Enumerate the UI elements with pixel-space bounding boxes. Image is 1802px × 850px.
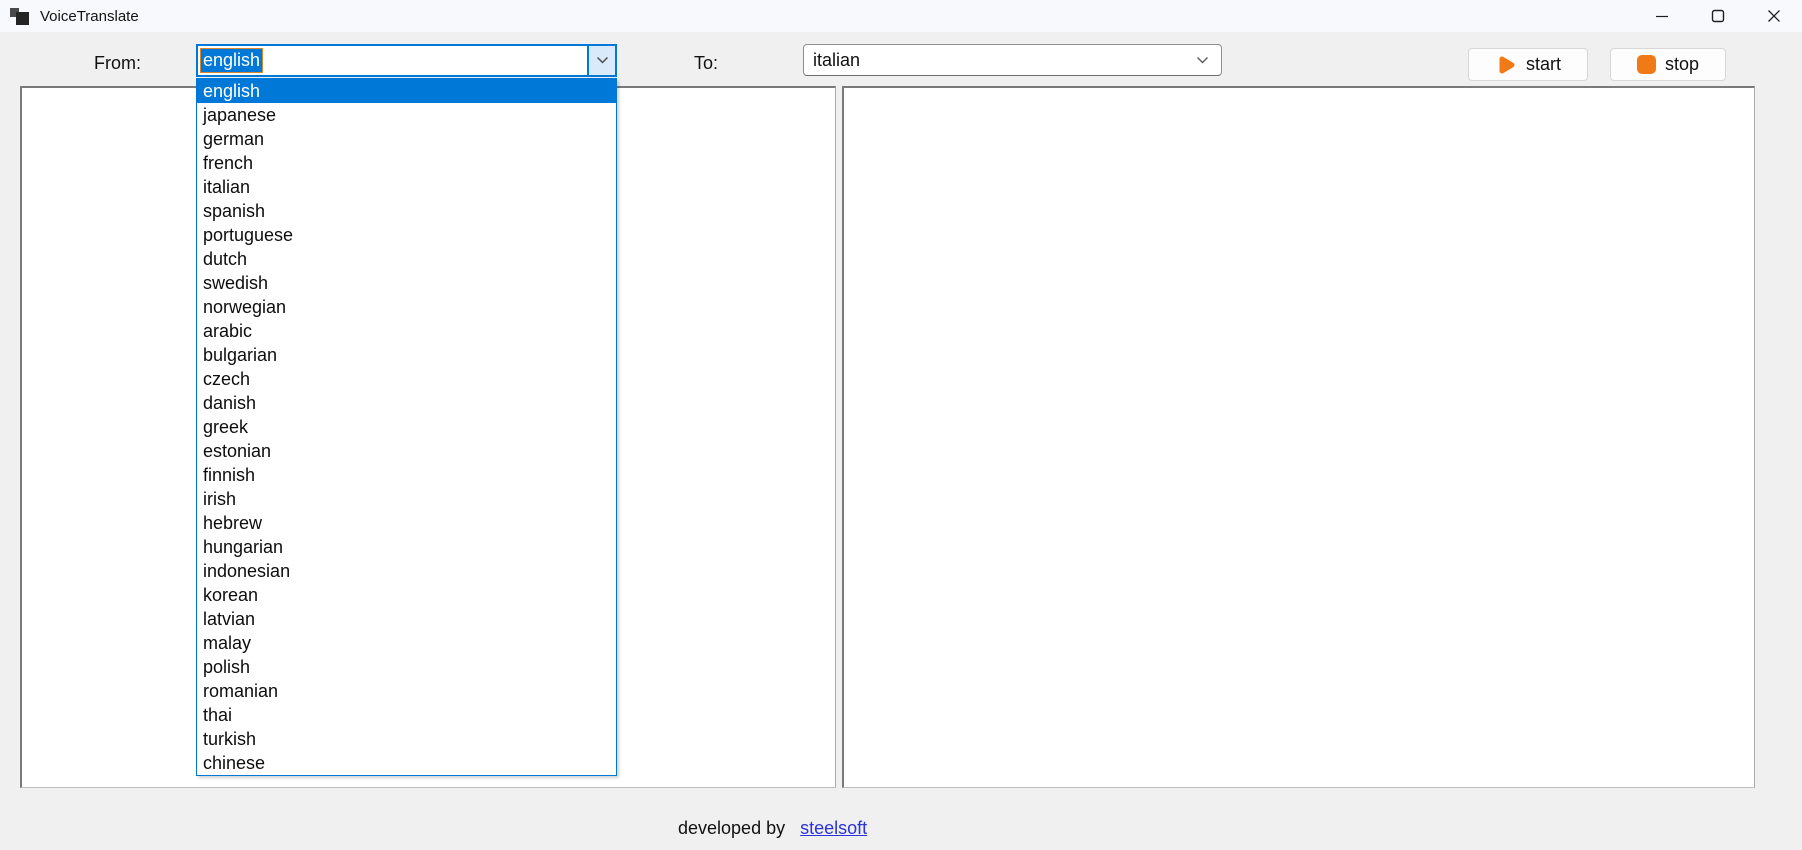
dropdown-list-item[interactable]: latvian [197, 607, 616, 631]
title-bar: VoiceTranslate [0, 0, 1802, 32]
dropdown-list-item[interactable]: arabic [197, 319, 616, 343]
translated-text-panel[interactable] [842, 86, 1755, 788]
chevron-down-icon [596, 56, 608, 64]
close-icon [1768, 10, 1780, 22]
dropdown-list-item[interactable]: english [197, 79, 616, 103]
to-combobox-dropdown-button[interactable] [1196, 56, 1221, 65]
from-language-dropdown-list: english japanese german french italian spanis… [196, 78, 617, 776]
chevron-down-icon [1197, 56, 1208, 63]
dropdown-list-item[interactable]: finnish [197, 463, 616, 487]
dropdown-list-item[interactable]: indonesian [197, 559, 616, 583]
maximize-icon [1711, 9, 1725, 23]
dropdown-list-item[interactable]: spanish [197, 199, 616, 223]
dropdown-list-item[interactable]: hebrew [197, 511, 616, 535]
start-button-label: start [1525, 54, 1561, 74]
stop-button-label: stop [1664, 54, 1700, 74]
dropdown-list-item[interactable]: portuguese [197, 223, 616, 247]
dropdown-list-item[interactable]: korean [197, 583, 616, 607]
dropdown-list-item[interactable]: norwegian [197, 295, 616, 319]
stop-icon [1636, 55, 1656, 74]
window-title: VoiceTranslate [40, 7, 139, 25]
dropdown-list-item[interactable]: dutch [197, 247, 616, 271]
dropdown-list-item[interactable]: japanese [197, 103, 616, 127]
dropdown-list-item[interactable]: turkish [197, 727, 616, 751]
dropdown-list-item[interactable]: thai [197, 703, 616, 727]
dropdown-list-item[interactable]: german [197, 127, 616, 151]
developed-by-text: developed by [678, 818, 786, 838]
to-label: To: [694, 53, 719, 73]
maximize-button[interactable] [1690, 0, 1746, 32]
from-language-combobox[interactable]: english [196, 44, 617, 77]
dropdown-list-item[interactable]: swedish [197, 271, 616, 295]
dropdown-list-item[interactable]: malay [197, 631, 616, 655]
dropdown-list-item[interactable]: greek [197, 415, 616, 439]
steelsoft-link[interactable]: steelsoft [800, 818, 867, 839]
from-combobox-selected-text: english [199, 48, 264, 73]
minimize-button[interactable] [1634, 0, 1690, 32]
dropdown-list-item[interactable]: bulgarian [197, 343, 616, 367]
dropdown-list-item[interactable]: estonian [197, 439, 616, 463]
dropdown-list-item[interactable]: czech [197, 367, 616, 391]
window-controls [1634, 0, 1802, 32]
close-button[interactable] [1746, 0, 1802, 32]
dropdown-list-item[interactable]: hungarian [197, 535, 616, 559]
minimize-icon [1656, 15, 1668, 18]
play-icon [1499, 56, 1515, 73]
app-window-stack-icon [10, 6, 32, 26]
dropdown-list-item[interactable]: polish [197, 655, 616, 679]
from-combobox-dropdown-button[interactable] [587, 46, 615, 75]
dropdown-list-item[interactable]: chinese [197, 751, 616, 775]
footer: developed by steelsoft [678, 818, 867, 839]
dropdown-list-item[interactable]: french [197, 151, 616, 175]
to-combobox-selected-text: italian [813, 49, 861, 70]
to-language-combobox[interactable]: italian [803, 44, 1222, 76]
from-combobox-input[interactable]: english [198, 46, 587, 75]
stop-button[interactable]: stop [1610, 48, 1726, 81]
from-label: From: [94, 53, 141, 73]
dropdown-list-item[interactable]: italian [197, 175, 616, 199]
dropdown-list-item[interactable]: irish [197, 487, 616, 511]
start-button[interactable]: start [1468, 48, 1588, 81]
dropdown-list-item[interactable]: danish [197, 391, 616, 415]
dropdown-list-item[interactable]: romanian [197, 679, 616, 703]
app-window: VoiceTranslate From: english To: italian [0, 0, 1802, 850]
